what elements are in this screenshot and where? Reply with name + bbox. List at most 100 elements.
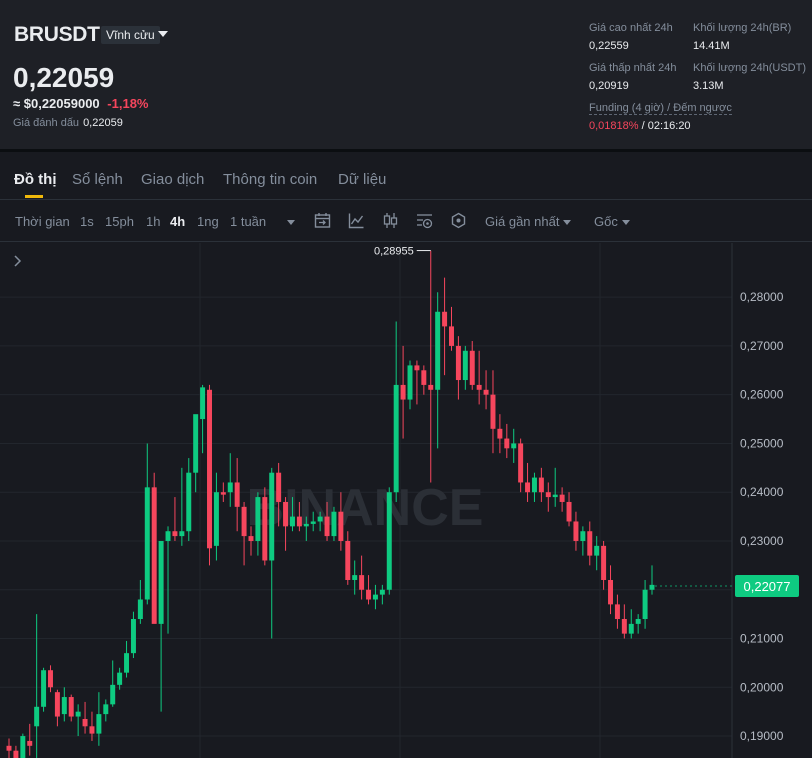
candle-down xyxy=(566,492,572,527)
interval-1h[interactable]: 1h xyxy=(146,214,160,229)
candle-up xyxy=(61,687,67,722)
interval-15m[interactable]: 15ph xyxy=(105,214,134,229)
tab-trades[interactable]: Giao dịch xyxy=(141,171,204,188)
candle-down xyxy=(490,370,496,454)
hexagon-icon[interactable] xyxy=(450,212,467,229)
candle-up xyxy=(580,526,586,556)
candlestick-icon[interactable] xyxy=(382,212,399,229)
candle-body xyxy=(75,711,81,717)
candle-down xyxy=(525,462,531,502)
candle-body xyxy=(213,492,219,546)
candle-up xyxy=(407,360,413,410)
candle-down xyxy=(400,345,406,439)
main-tabs: Đồ thị Sổ lệnh Giao dịch Thông tin coin … xyxy=(0,155,812,200)
price-tick-label: 0,21000 xyxy=(740,632,784,646)
candle-body xyxy=(20,736,26,758)
candle-body xyxy=(61,697,67,715)
candle-up xyxy=(269,467,275,639)
candle-down xyxy=(262,487,268,566)
active-tab-indicator xyxy=(25,195,43,198)
candle-up xyxy=(386,487,392,595)
candle-down xyxy=(421,365,427,395)
line-chart-icon[interactable] xyxy=(348,212,365,229)
candle-body xyxy=(137,599,143,620)
interval-1s[interactable]: 1s xyxy=(80,214,94,229)
candle-body xyxy=(462,350,468,381)
candle-body xyxy=(587,531,593,556)
candle-body xyxy=(47,670,53,688)
candle-down xyxy=(68,694,74,722)
interval-4h[interactable]: 4h xyxy=(170,214,185,229)
price-type-label: Giá gần nhất xyxy=(485,214,560,229)
candle-body xyxy=(130,619,136,654)
last-price: 0,22059 xyxy=(13,62,115,93)
scale-select[interactable]: Gốc xyxy=(594,214,630,229)
volume-base-label: Khối lượng 24h(BR) xyxy=(693,22,792,34)
candle-down xyxy=(345,531,351,585)
chart-toolbar: Thời gian 1s 15ph 1h 4h 1ng 1 tuần Giá g… xyxy=(0,200,812,242)
tab-chart[interactable]: Đồ thị xyxy=(14,171,57,188)
candle-body xyxy=(594,545,600,556)
candle-up xyxy=(255,492,261,556)
candle-body xyxy=(324,516,330,537)
tab-coin-info[interactable]: Thông tin coin xyxy=(223,171,317,188)
symbol-dropdown-icon[interactable] xyxy=(158,31,168,37)
usd-price-line: ≈ $0,22059000 -1,18% xyxy=(13,96,149,111)
candle-down xyxy=(234,458,240,532)
candle-up xyxy=(117,667,123,690)
interval-1d[interactable]: 1ng xyxy=(197,214,219,229)
candle-body xyxy=(41,670,47,707)
candle-body xyxy=(435,311,441,390)
price-chart[interactable]: BINANCE 0,28000 0,27000 0,26000 0,25000 0,24… xyxy=(0,243,812,758)
candle-down xyxy=(6,738,12,758)
candle-body xyxy=(359,575,365,590)
candle-down xyxy=(414,360,420,405)
interval-1w[interactable]: 1 tuần xyxy=(230,214,266,229)
candle-body xyxy=(628,623,634,634)
tab-data[interactable]: Dữ liệu xyxy=(338,171,386,188)
price-tick-label: 0,20000 xyxy=(740,680,784,694)
candle-down xyxy=(172,497,178,541)
candle-body xyxy=(193,414,199,473)
candle-up xyxy=(462,345,468,390)
candle-body xyxy=(428,384,434,390)
candle-body xyxy=(483,389,489,395)
candle-body xyxy=(621,619,627,634)
settings-icon[interactable] xyxy=(416,212,433,229)
funding-row: 0,01818% / 02:16:20 xyxy=(589,120,691,132)
candle-body xyxy=(241,506,247,537)
candle-body xyxy=(421,370,427,385)
candle-body xyxy=(338,511,344,541)
candle-up xyxy=(552,467,558,507)
candle-down xyxy=(614,594,620,629)
tab-order-book[interactable]: Sổ lệnh xyxy=(72,171,123,188)
candle-body xyxy=(151,487,157,624)
calendar-icon[interactable] xyxy=(314,212,331,229)
candle-down xyxy=(151,472,157,624)
candle-body xyxy=(296,516,302,527)
scale-label: Gốc xyxy=(594,214,618,229)
chevron-right-icon[interactable] xyxy=(14,255,22,267)
low-24h-label: Giá thấp nhất 24h xyxy=(589,62,677,74)
candle-down xyxy=(359,555,365,600)
interval-more-dropdown[interactable] xyxy=(283,214,295,229)
candle-body xyxy=(538,477,544,493)
candle-body xyxy=(54,692,60,717)
candle-body xyxy=(103,704,109,715)
high-price-label: 0,28955 xyxy=(374,246,414,258)
candle-body xyxy=(400,384,406,400)
candle-body xyxy=(186,472,192,532)
candle-up xyxy=(20,733,26,758)
price-axis[interactable]: 0,28000 0,27000 0,26000 0,25000 0,24000 0,230… xyxy=(740,290,784,743)
mark-price-label: Giá đánh dấu xyxy=(13,117,80,129)
candle-down xyxy=(449,306,454,351)
candle-up xyxy=(103,699,109,722)
high-24h-label: Giá cao nhất 24h xyxy=(589,22,673,34)
funding-label[interactable]: Funding (4 giờ) / Đếm ngược xyxy=(589,102,732,115)
price-type-select[interactable]: Giá gần nhất xyxy=(485,214,572,229)
candle-down xyxy=(82,701,88,734)
candle-body xyxy=(518,443,524,483)
funding-rate: 0,01818% xyxy=(589,120,639,132)
candle-body xyxy=(220,492,226,495)
candle-body xyxy=(545,492,551,498)
